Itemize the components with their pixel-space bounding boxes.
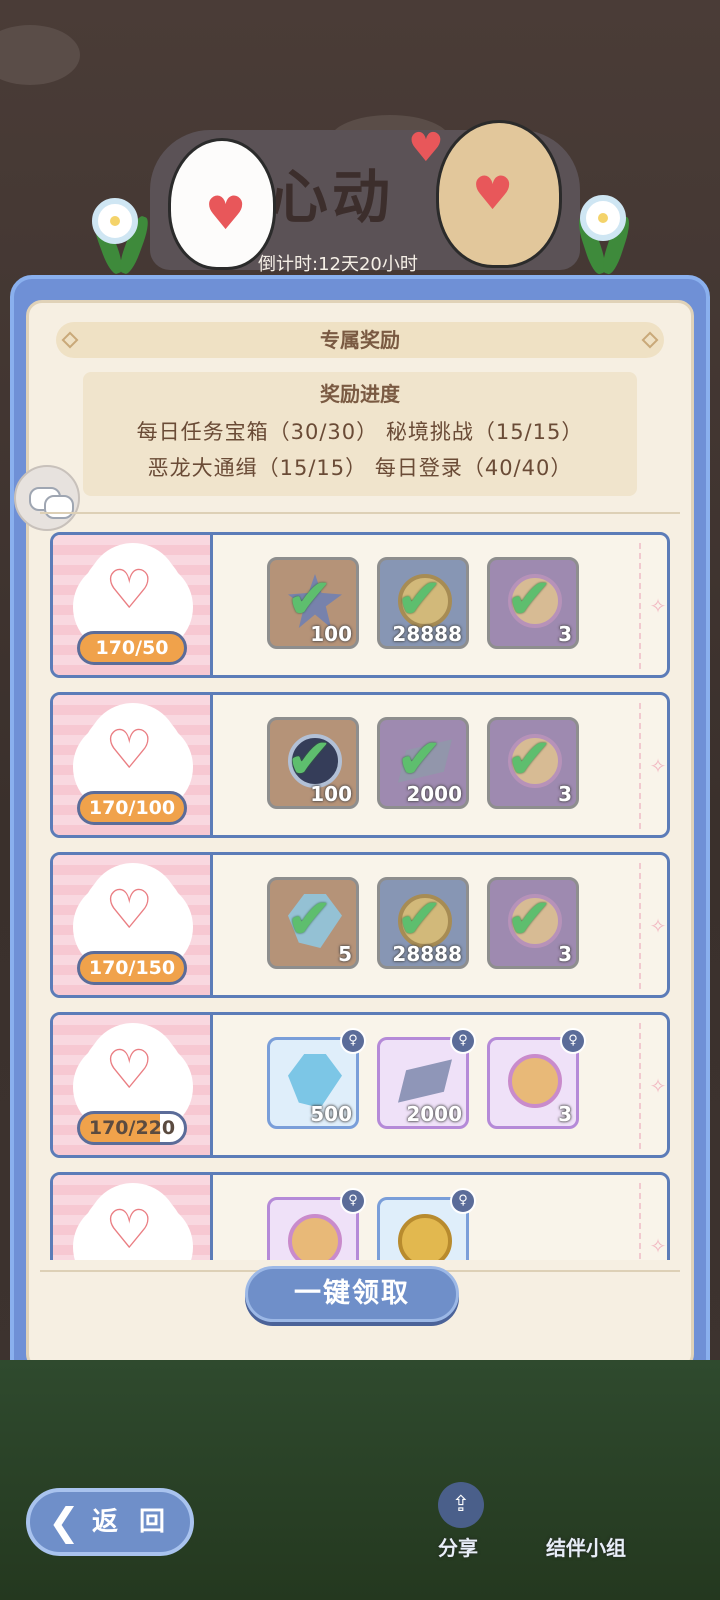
tier-heart-panel: ♡ 170/50: [53, 535, 213, 675]
gold-token-icon: [398, 1214, 452, 1260]
item-quantity: 28888: [392, 942, 462, 966]
item-quantity: 3: [558, 782, 572, 806]
collect-all-button[interactable]: 一键领取: [245, 1266, 459, 1322]
checkmark-icon: ✔: [506, 567, 553, 632]
checkmark-icon: ✔: [396, 727, 443, 792]
checkmark-icon: ✔: [396, 567, 443, 632]
heart-decor: ♥: [408, 125, 444, 171]
checkmark-icon: ✔: [396, 887, 443, 952]
reward-item-gold-token[interactable]: ✔ 28888: [377, 877, 469, 969]
item-quantity: 3: [558, 622, 572, 646]
reward-item-pet-token[interactable]: ♀ 3: [487, 1028, 586, 1129]
checkmark-icon: ✔: [286, 727, 333, 792]
item-quantity: 5: [338, 942, 352, 966]
tier-heart-panel: ♡ 170/100: [53, 695, 213, 835]
flower-decor: [580, 195, 626, 241]
heart-count-badge: 170/100: [77, 791, 187, 825]
pet-token-icon: [288, 1214, 342, 1260]
reward-item-pet-token[interactable]: ♀: [267, 1188, 366, 1260]
heart-icon: ♡: [105, 1038, 154, 1101]
checkmark-icon: ✔: [506, 887, 553, 952]
row-edge-decor: ✧: [639, 1023, 667, 1149]
heart-count-badge: 170/220: [77, 1111, 187, 1145]
share-label[interactable]: 分享: [438, 1532, 478, 1561]
progress-title: 奖励进度: [320, 382, 400, 406]
tier-row: ♡ 170/150 ✔ 5 ✔ 28888 ✔ 3 ✧: [50, 852, 670, 998]
reward-item-gold-token[interactable]: ✔ 28888: [377, 557, 469, 649]
info-icon[interactable]: ♀: [450, 1188, 476, 1214]
heart-decor: ♥: [472, 166, 514, 220]
row-edge-decor: ✧: [639, 543, 667, 669]
reward-item-pet-token[interactable]: ✔ 3: [487, 557, 579, 649]
reward-item-iron-bar[interactable]: ♀ 2000: [377, 1028, 476, 1129]
item-quantity: 2000: [406, 1102, 462, 1126]
tier-row: ♡ 170/100 ✔ 100 ✔ 2000 ✔ 3 ✧: [50, 692, 670, 838]
info-icon[interactable]: ♀: [560, 1028, 586, 1054]
heart-icon: ♡: [105, 718, 154, 781]
item-quantity: 3: [558, 942, 572, 966]
heart-icon: ♡: [105, 558, 154, 621]
countdown-text: 倒计时:12天20小时: [258, 254, 418, 275]
grass-background: [0, 1360, 720, 1600]
progress-line-1: 每日任务宝箱（30/30） 秘境挑战（15/15）: [136, 420, 584, 444]
event-title: 心动: [270, 163, 395, 231]
tier-row: ♡ ♀ ♀ ✧: [50, 1172, 670, 1260]
heart-icon: ♡: [105, 878, 154, 941]
row-edge-decor: ✧: [639, 863, 667, 989]
share-icon[interactable]: ⇪: [438, 1482, 484, 1528]
back-arrow-icon: ❮: [48, 1500, 86, 1544]
heart-decor: ♥: [205, 186, 247, 240]
heart-count-badge: 170/50: [77, 631, 187, 665]
tier-row: ♡ 170/220 ♀ 500 ♀ 2000 ♀ 3 ✧: [50, 1012, 670, 1158]
heart-count-badge: 170/150: [77, 951, 187, 985]
checkmark-icon: ✔: [506, 727, 553, 792]
reward-item-cat-orb[interactable]: ✔ 100: [267, 717, 359, 809]
chat-icon[interactable]: [14, 465, 80, 531]
progress-box: 奖励进度 每日任务宝箱（30/30） 秘境挑战（15/15） 恶龙大通缉（15/…: [83, 372, 637, 496]
item-quantity: 500: [310, 1102, 352, 1126]
tier-heart-panel: ♡ 170/150: [53, 855, 213, 995]
checkmark-icon: ✔: [286, 887, 333, 952]
reward-item-pet-token[interactable]: ✔ 3: [487, 717, 579, 809]
pet-token-icon: [508, 1054, 562, 1108]
blue-crystal-icon: [288, 1054, 342, 1108]
info-icon[interactable]: ♀: [340, 1188, 366, 1214]
reward-item-blue-crystal[interactable]: ✔ 5: [267, 877, 359, 969]
checkmark-icon: ✔: [286, 567, 333, 632]
flower-decor: [92, 198, 138, 244]
back-label: 返 回: [92, 1507, 172, 1537]
reward-item-star-crystal[interactable]: ✔ 100: [267, 557, 359, 649]
tier-heart-panel: ♡ 170/220: [53, 1015, 213, 1155]
partner-group-label[interactable]: 结伴小组: [546, 1532, 626, 1561]
panel-title: 专属奖励: [56, 322, 664, 358]
reward-item-pet-token[interactable]: ✔ 3: [487, 877, 579, 969]
row-edge-decor: ✧: [639, 703, 667, 829]
tier-heart-panel: ♡: [53, 1175, 213, 1260]
row-edge-decor: ✧: [639, 1183, 667, 1260]
progress-line-2: 恶龙大通缉（15/15） 每日登录（40/40）: [147, 456, 573, 480]
info-icon[interactable]: ♀: [340, 1028, 366, 1054]
back-button[interactable]: ❮ 返 回: [26, 1488, 194, 1556]
item-quantity: 100: [310, 622, 352, 646]
reward-item-blue-crystal[interactable]: ♀ 500: [267, 1028, 366, 1129]
item-quantity: 28888: [392, 622, 462, 646]
reward-item-gold-token[interactable]: ♀: [377, 1188, 476, 1260]
heart-icon: ♡: [105, 1198, 154, 1260]
item-quantity: 3: [558, 1102, 572, 1126]
info-icon[interactable]: ♀: [450, 1028, 476, 1054]
item-quantity: 2000: [406, 782, 462, 806]
tier-list[interactable]: ♡ 170/50 ✔ 100 ✔ 28888 ✔ 3 ✧ ♡ 170/100 ✔ 100 ✔ 2000 ✔ 3 ✧…: [50, 532, 670, 1260]
item-quantity: 100: [310, 782, 352, 806]
tier-row: ♡ 170/50 ✔ 100 ✔ 28888 ✔ 3 ✧: [50, 532, 670, 678]
iron-bar-icon: [398, 1059, 452, 1103]
divider: [40, 512, 680, 514]
reward-item-iron-bar[interactable]: ✔ 2000: [377, 717, 469, 809]
